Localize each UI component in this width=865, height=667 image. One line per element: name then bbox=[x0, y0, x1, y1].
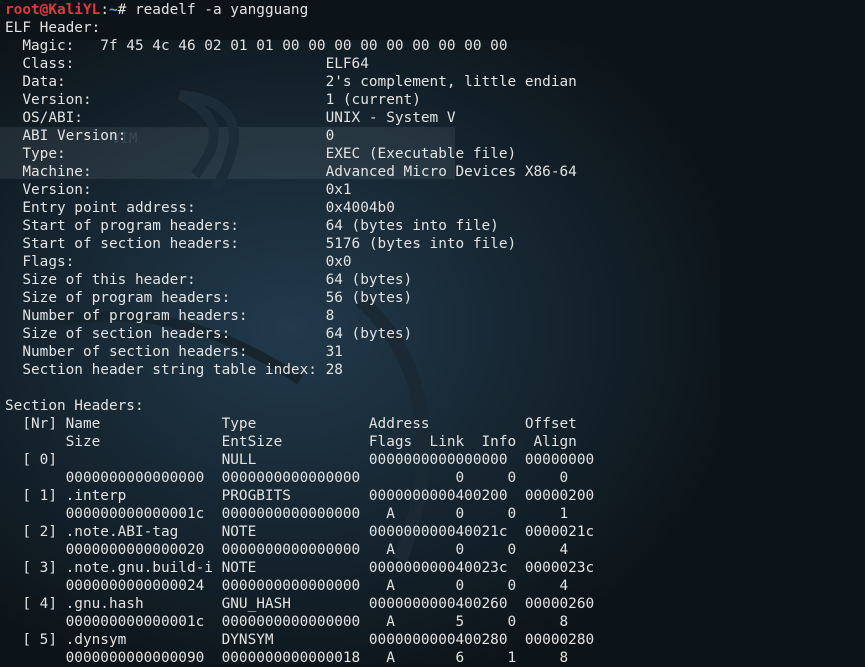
output-line: [ 1] .interp PROGBITS 0000000000400200 0… bbox=[5, 488, 595, 504]
output-line: 0000000000000020 0000000000000000 A 0 0 … bbox=[5, 542, 569, 558]
output-line: 0000000000000024 0000000000000000 A 0 0 … bbox=[5, 578, 569, 594]
prompt-line: root@KaliYL:~# readelf -a yangguang bbox=[5, 1, 308, 19]
output-line: Type: EXEC (Executable file) bbox=[5, 146, 517, 162]
prompt-user-host: root@KaliYL bbox=[5, 2, 101, 18]
output-line: Data: 2's complement, little endian bbox=[5, 74, 577, 90]
terminal-output[interactable]: root@KaliYL:~# readelf -a yangguang ELF … bbox=[0, 0, 865, 666]
output-line: Flags: 0x0 bbox=[5, 254, 352, 270]
output-line: Version: 1 (current) bbox=[5, 92, 421, 108]
prompt-path: ~ bbox=[108, 2, 118, 18]
output-line: Machine: Advanced Micro Devices X86-64 bbox=[5, 164, 577, 180]
output-line: Size of this header: 64 (bytes) bbox=[5, 272, 413, 288]
output-line: Start of program headers: 64 (bytes into… bbox=[5, 218, 499, 234]
output-line: Section Headers: bbox=[5, 398, 144, 414]
output-line: Number of program headers: 8 bbox=[5, 308, 335, 324]
output-line: Class: ELF64 bbox=[5, 56, 369, 72]
output-line: ABI Version: 0 bbox=[5, 128, 335, 144]
output-line: [ 5] .dynsym DYNSYM 0000000000400280 000… bbox=[5, 632, 595, 648]
output-line: 000000000000001c 0000000000000000 A 0 0 … bbox=[5, 506, 569, 522]
output-line: [Nr] Name Type Address Offset bbox=[5, 416, 577, 432]
output-line: ELF Header: bbox=[5, 20, 101, 36]
output-line: Size of program headers: 56 (bytes) bbox=[5, 290, 413, 306]
output-line: Section header string table index: 28 bbox=[5, 362, 343, 378]
output-line: Magic: 7f 45 4c 46 02 01 01 00 00 00 00 … bbox=[5, 38, 508, 54]
output-line: [ 4] .gnu.hash GNU_HASH 0000000000400260… bbox=[5, 596, 595, 612]
output-line: Start of section headers: 5176 (bytes in… bbox=[5, 236, 517, 252]
output-line: OS/ABI: UNIX - System V bbox=[5, 110, 456, 126]
output-line: [ 2] .note.ABI-tag NOTE 000000000040021c… bbox=[5, 524, 595, 540]
output-line: 000000000000001c 0000000000000000 A 5 0 … bbox=[5, 614, 569, 630]
output-line: Size of section headers: 64 (bytes) bbox=[5, 326, 413, 342]
output-line: 0000000000000000 0000000000000000 0 0 0 bbox=[5, 470, 569, 486]
command-text: readelf -a yangguang bbox=[134, 2, 309, 18]
output-line: Version: 0x1 bbox=[5, 182, 352, 198]
output-line: Size EntSize Flags Link Info Align bbox=[5, 434, 577, 450]
output-line: [ 3] .note.gnu.build-i NOTE 000000000040… bbox=[5, 560, 595, 576]
output-line: Entry point address: 0x4004b0 bbox=[5, 200, 395, 216]
prompt-symbol: # bbox=[117, 2, 135, 18]
output-line: Number of section headers: 31 bbox=[5, 344, 343, 360]
output-line: 0000000000000090 0000000000000018 A 6 1 … bbox=[5, 650, 569, 666]
output-line: [ 0] NULL 0000000000000000 00000000 bbox=[5, 452, 595, 468]
prompt-colon: : bbox=[100, 2, 109, 18]
